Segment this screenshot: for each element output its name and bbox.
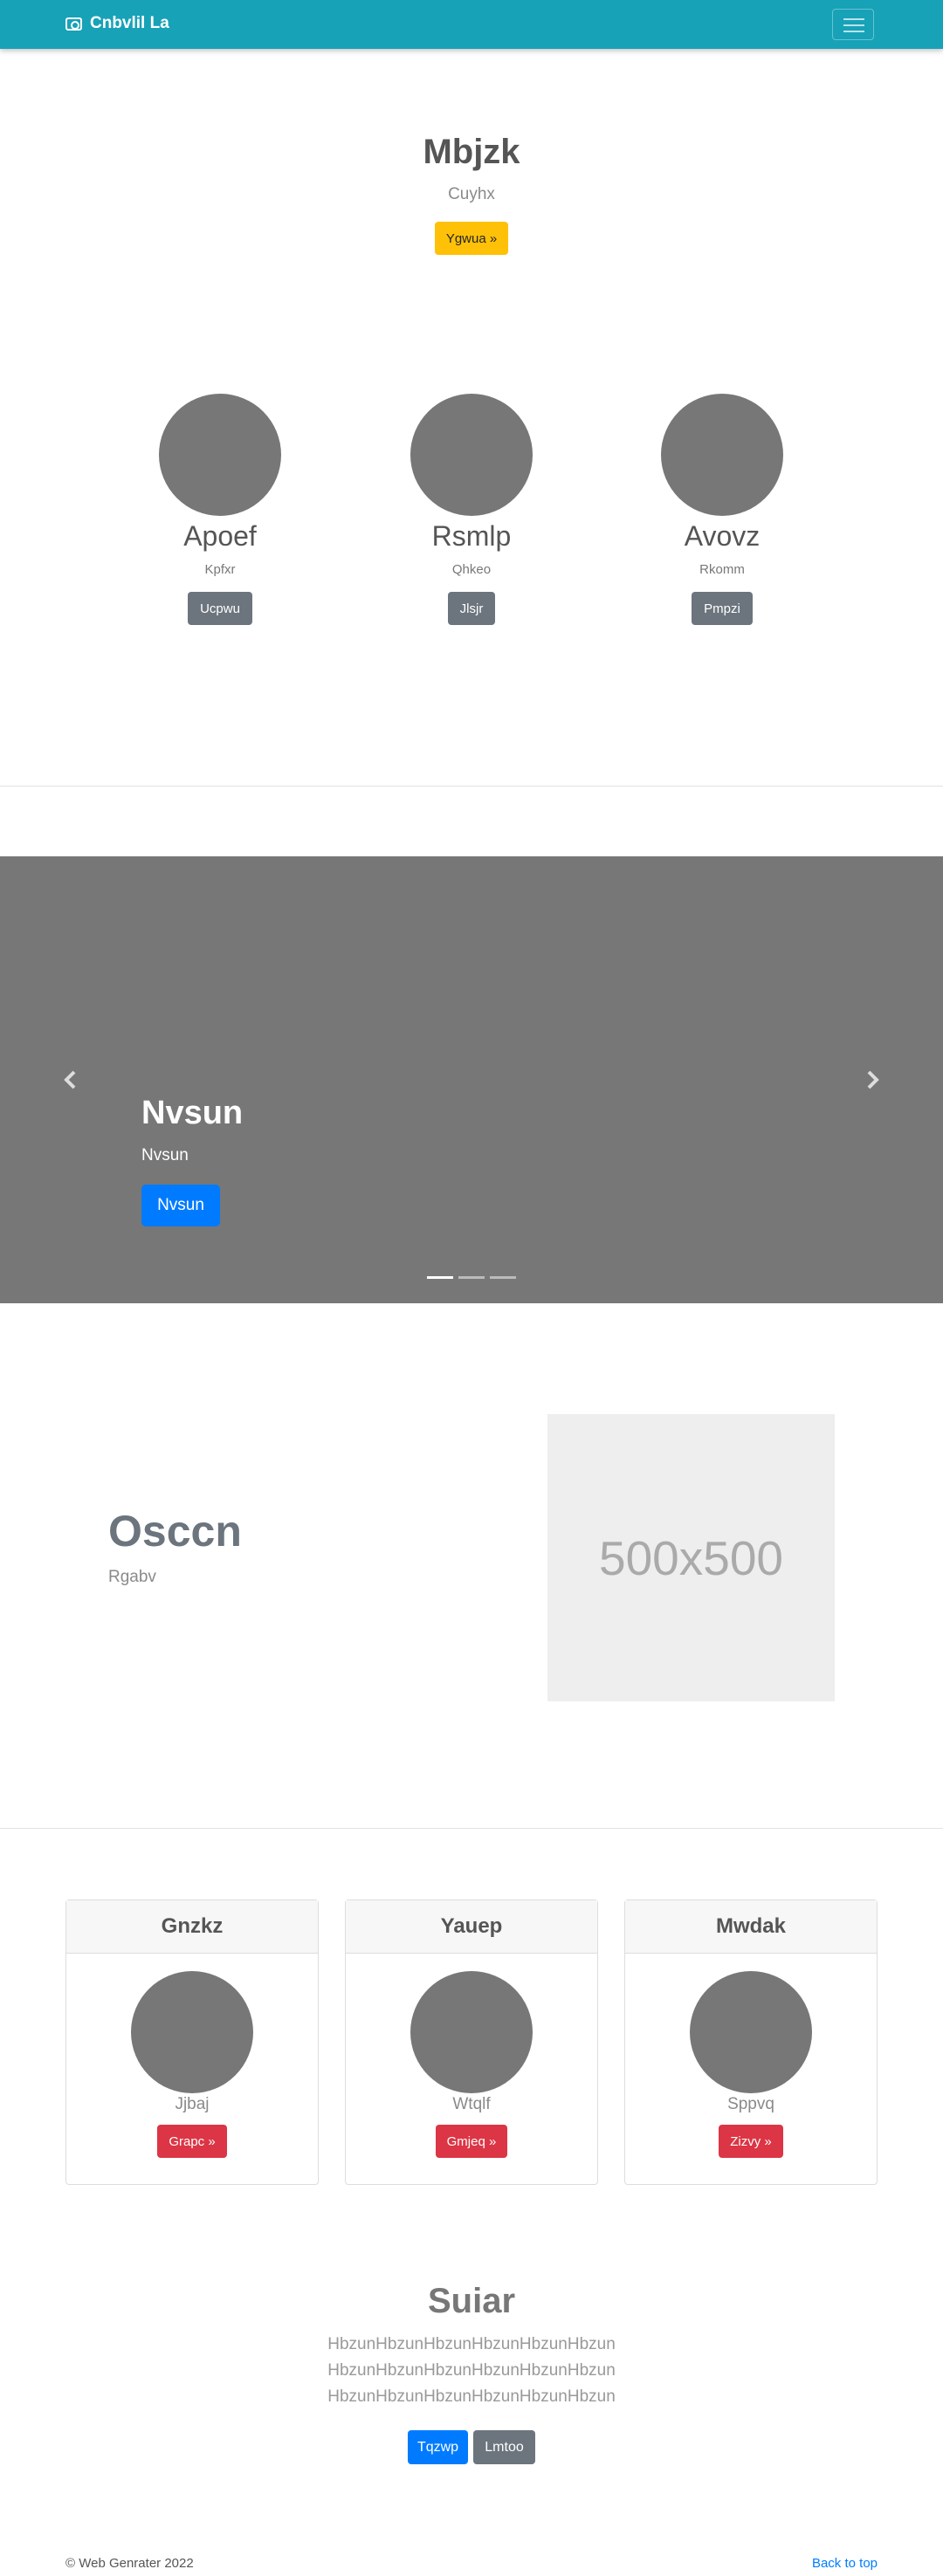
cta-title: Suiar <box>427 2282 516 2320</box>
member-name: Avovz <box>684 520 761 552</box>
avatar <box>131 1971 253 2093</box>
hamburger-icon-bar <box>843 24 864 26</box>
hamburger-icon <box>843 18 864 20</box>
navbar: Cnbvlil La <box>0 0 943 49</box>
brand-link[interactable]: Cnbvlil La <box>65 14 169 33</box>
brand-text: Cnbvlil La <box>90 14 169 32</box>
card-title: Gnzkz <box>66 1900 318 1954</box>
card-button[interactable]: Gmjeq » <box>435 2125 508 2158</box>
carousel-indicator[interactable] <box>427 1276 453 1279</box>
member-name: Rsmlp <box>431 520 512 552</box>
card: Yauep Wtqlf Gmjeq » <box>345 1899 598 2185</box>
card-title: Mwdak <box>625 1900 877 1954</box>
avatar <box>410 394 533 516</box>
hamburger-icon-bar <box>843 31 864 32</box>
team-member: Avovz Rkomm Pmpzi <box>635 394 809 625</box>
card-button[interactable]: Zizvy » <box>719 2125 783 2158</box>
feature-subtitle: Rgabv <box>108 1568 156 1586</box>
avatar <box>690 1971 812 2093</box>
member-name: Apoef <box>183 520 257 552</box>
cta-primary-button[interactable]: Tqzwp <box>408 2430 468 2464</box>
cta-text-line: HbzunHbzunHbzunHbzunHbzunHbzun <box>327 2335 616 2353</box>
member-button[interactable]: Pmpzi <box>692 592 753 625</box>
chevron-right-icon[interactable] <box>864 1068 880 1096</box>
divider <box>0 786 943 787</box>
copyright-text: © Web Genrater 2022 <box>65 2556 194 2571</box>
back-to-top-link[interactable]: Back to top <box>812 2556 878 2571</box>
chevron-left-icon[interactable] <box>63 1068 79 1096</box>
card-subtitle: Jjbaj <box>175 2095 210 2113</box>
avatar <box>661 394 783 516</box>
carousel-indicators <box>427 1276 516 1279</box>
placeholder-label: 500x500 <box>598 1530 784 1585</box>
avatar <box>159 394 281 516</box>
placeholder-image: 500x500 <box>547 1414 835 1701</box>
carousel: Nvsun Nvsun Nvsun <box>0 856 943 1303</box>
team-member: Rsmlp Qhkeo Jlsjr <box>384 394 559 625</box>
card: Mwdak Sppvq Zizvy » <box>624 1899 878 2185</box>
navbar-toggle-button[interactable] <box>832 9 874 40</box>
hero-button[interactable]: Ygwua » <box>435 222 508 255</box>
card: Gnzkz Jjbaj Grapc » <box>65 1899 319 2185</box>
card-button[interactable]: Grapc » <box>157 2125 227 2158</box>
member-button[interactable]: Jlsjr <box>447 592 496 625</box>
cta-text-line: HbzunHbzunHbzunHbzunHbzunHbzun <box>327 2387 616 2406</box>
carousel-button[interactable]: Nvsun <box>141 1185 220 1226</box>
team-member: Apoef Kpfxr Ucpwu <box>133 394 307 625</box>
member-role: Qhkeo <box>451 562 492 577</box>
divider <box>0 1828 943 1829</box>
carousel-title: Nvsun <box>141 1095 244 1131</box>
camera-icon <box>65 17 82 31</box>
card-subtitle: Sppvq <box>727 2095 774 2113</box>
carousel-indicator[interactable] <box>458 1276 485 1279</box>
card-subtitle: Wtqlf <box>452 2095 491 2113</box>
cta-secondary-button[interactable]: Lmtoo <box>473 2430 535 2464</box>
member-role: Kpfxr <box>204 562 236 577</box>
carousel-subtitle: Nvsun <box>141 1146 189 1164</box>
card-title: Yauep <box>346 1900 597 1954</box>
hero-title: Mbjzk <box>423 133 520 171</box>
feature-title: Osccn <box>108 1507 242 1556</box>
avatar <box>410 1971 533 2093</box>
member-role: Rkomm <box>699 562 745 577</box>
cta-text-line: HbzunHbzunHbzunHbzunHbzunHbzun <box>327 2361 616 2380</box>
member-button[interactable]: Ucpwu <box>188 592 252 625</box>
hero-subtitle: Cuyhx <box>448 185 495 203</box>
carousel-indicator[interactable] <box>490 1276 516 1279</box>
